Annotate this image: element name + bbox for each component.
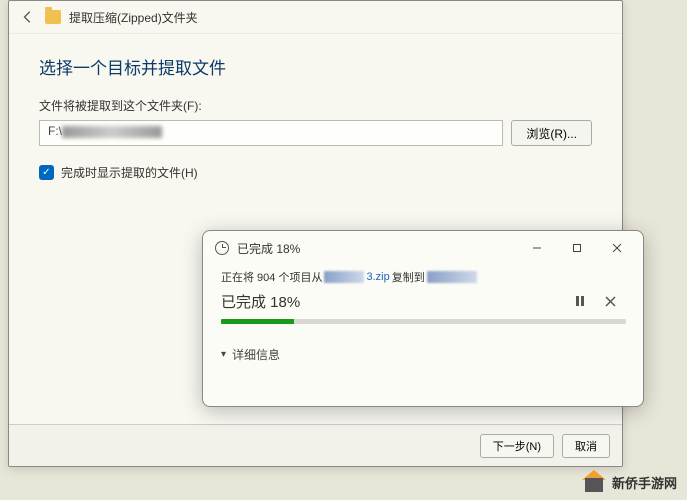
- copy-progress-dialog: 已完成 18% 正在将 904 个项目从 3.zip 复制到 已完成 18%: [202, 230, 644, 407]
- progress-titlebar: 已完成 18%: [203, 231, 643, 265]
- watermark-logo-icon: [582, 472, 606, 492]
- progress-body: 正在将 904 个项目从 3.zip 复制到 已完成 18% ▾ 详细信息: [203, 265, 643, 367]
- progress-fill: [221, 319, 294, 324]
- redacted-path: [62, 126, 162, 138]
- minimize-button[interactable]: [517, 233, 557, 263]
- path-label: 文件将被提取到这个文件夹(F):: [39, 97, 592, 114]
- progress-dialog-title: 已完成 18%: [237, 240, 509, 257]
- browse-button[interactable]: 浏览(R)...: [511, 120, 592, 146]
- window-title: 提取压缩(Zipped)文件夹: [69, 9, 198, 26]
- watermark: 新侨手游网: [582, 472, 677, 492]
- redacted-dest: [427, 271, 477, 283]
- checkbox-icon[interactable]: ✓: [39, 165, 54, 180]
- progress-status-row: 已完成 18%: [221, 289, 625, 313]
- copy-item-text: 正在将 904 个项目从 3.zip 复制到: [221, 269, 625, 285]
- progress-status-text: 已完成 18%: [221, 291, 565, 312]
- destination-path-input[interactable]: F:\: [39, 120, 503, 146]
- cancel-button[interactable]: 取消: [562, 434, 610, 458]
- next-button[interactable]: 下一步(N): [480, 434, 554, 458]
- back-arrow-icon[interactable]: [19, 8, 37, 26]
- page-heading: 选择一个目标并提取文件: [39, 54, 592, 79]
- window-controls: [517, 233, 637, 263]
- titlebar: 提取压缩(Zipped)文件夹: [9, 1, 622, 34]
- folder-icon: [45, 10, 61, 24]
- pause-button[interactable]: [565, 289, 595, 313]
- chevron-down-icon: ▾: [221, 349, 226, 360]
- close-button[interactable]: [597, 233, 637, 263]
- path-row: F:\ 浏览(R)...: [39, 120, 592, 146]
- maximize-button[interactable]: [557, 233, 597, 263]
- checkbox-label: 完成时显示提取的文件(H): [61, 164, 198, 181]
- content-area: 选择一个目标并提取文件 文件将被提取到这个文件夹(F): F:\ 浏览(R)..…: [9, 34, 622, 201]
- show-files-checkbox-row[interactable]: ✓ 完成时显示提取的文件(H): [39, 164, 592, 181]
- details-toggle[interactable]: ▾ 详细信息: [221, 346, 625, 363]
- wizard-footer: 下一步(N) 取消: [9, 424, 622, 466]
- cancel-copy-button[interactable]: [595, 289, 625, 313]
- redacted-source: [324, 271, 364, 283]
- progress-bar: [221, 319, 626, 324]
- clock-icon: [215, 241, 229, 255]
